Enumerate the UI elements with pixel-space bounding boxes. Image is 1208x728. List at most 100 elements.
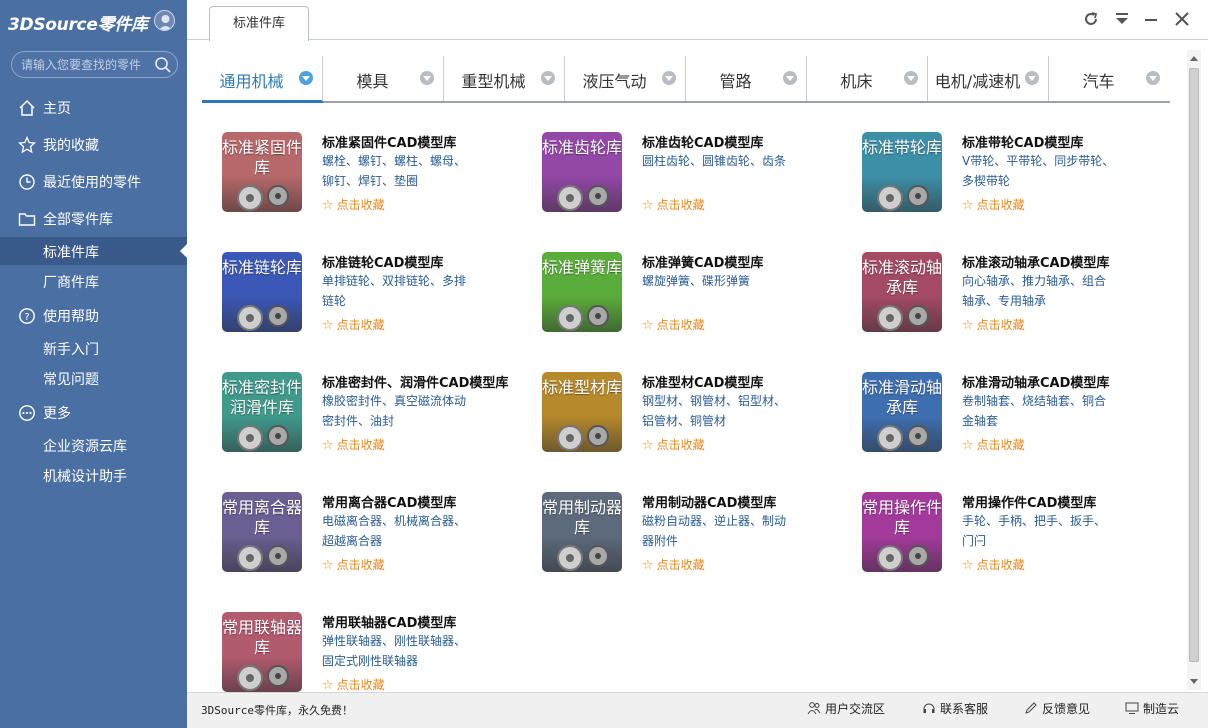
nav-vendor-parts[interactable]: 厂商件库 — [0, 267, 187, 295]
nav-design-assistant[interactable]: 机械设计助手 — [0, 461, 187, 489]
scrollbar-thumb[interactable] — [1189, 68, 1199, 662]
library-thumbnail[interactable]: 常用离合器库 — [222, 492, 302, 572]
nav-faq[interactable]: 常见问题 — [0, 364, 187, 392]
library-description[interactable]: 圆柱齿轮、圆锥齿轮、齿条 — [642, 151, 797, 171]
library-card[interactable]: 标准链轮库 标准链轮CAD模型库单排链轮、双排链轮、多排链轮 ☆点击收藏 — [222, 252, 532, 342]
library-title[interactable]: 常用联轴器CAD模型库 — [322, 612, 456, 631]
nav-recent[interactable]: 最近使用的零件 — [0, 167, 187, 197]
library-card[interactable]: 常用制动器库 常用制动器CAD模型库磁粉自动器、逆止器、制动器附件 ☆点击收藏 — [542, 492, 852, 582]
library-card[interactable]: 标准齿轮库 标准齿轮CAD模型库圆柱齿轮、圆锥齿轮、齿条 ☆点击收藏 — [542, 132, 852, 222]
library-description[interactable]: 单排链轮、双排链轮、多排链轮 — [322, 271, 477, 311]
add-favorite-button[interactable]: ☆点击收藏 — [322, 316, 385, 333]
refresh-icon[interactable] — [1082, 10, 1100, 28]
nav-help[interactable]: ? 使用帮助 — [0, 301, 187, 331]
search-icon[interactable] — [154, 56, 172, 74]
library-thumbnail[interactable]: 标准密封件润滑件库 — [222, 372, 302, 452]
scroll-down-arrow-icon[interactable] — [1190, 679, 1198, 684]
add-favorite-button[interactable]: ☆点击收藏 — [962, 436, 1025, 453]
library-description[interactable]: V带轮、平带轮、同步带轮、多楔带轮 — [962, 151, 1117, 191]
contact-support-link[interactable]: 联系客服 — [922, 700, 988, 717]
library-description[interactable]: 向心轴承、推力轴承、组合轴承、专用轴承 — [962, 271, 1117, 311]
nav-more[interactable]: 更多 — [0, 398, 187, 428]
library-title[interactable]: 标准密封件、润滑件CAD模型库 — [322, 372, 508, 391]
chevron-down-icon[interactable] — [904, 71, 918, 85]
library-description[interactable]: 卷制轴套、烧结轴套、铜合金轴套 — [962, 391, 1117, 431]
library-description[interactable]: 电磁离合器、机械离合器、超越离合器 — [322, 511, 477, 551]
manufacturing-cloud-link[interactable]: 制造云 — [1125, 700, 1179, 717]
add-favorite-button[interactable]: ☆点击收藏 — [642, 196, 705, 213]
library-title[interactable]: 常用操作件CAD模型库 — [962, 492, 1096, 511]
category-tab[interactable]: 机床 — [807, 56, 928, 101]
library-description[interactable]: 螺栓、螺钉、螺柱、螺母、铆钉、焊钉、垫圈 — [322, 151, 477, 191]
category-tab[interactable]: 通用机械 — [202, 56, 323, 103]
add-favorite-button[interactable]: ☆点击收藏 — [962, 316, 1025, 333]
dropdown-menu-icon[interactable] — [1113, 10, 1131, 28]
library-description[interactable]: 手轮、手柄、把手、扳手、门闩 — [962, 511, 1117, 551]
chevron-down-icon[interactable] — [299, 71, 313, 85]
library-title[interactable]: 标准紧固件CAD模型库 — [322, 132, 456, 151]
add-favorite-button[interactable]: ☆点击收藏 — [322, 676, 385, 693]
library-title[interactable]: 常用制动器CAD模型库 — [642, 492, 776, 511]
minimize-icon[interactable] — [1142, 10, 1160, 28]
library-title[interactable]: 标准弹簧CAD模型库 — [642, 252, 763, 271]
category-tab[interactable]: 重型机械 — [444, 56, 565, 101]
library-thumbnail[interactable]: 标准紧固件库 — [222, 132, 302, 212]
library-thumbnail[interactable]: 标准滚动轴承库 — [862, 252, 942, 332]
chevron-down-icon[interactable] — [420, 71, 434, 85]
add-favorite-button[interactable]: ☆点击收藏 — [322, 196, 385, 213]
category-tab[interactable]: 管路 — [686, 56, 807, 101]
add-favorite-button[interactable]: ☆点击收藏 — [322, 556, 385, 573]
library-thumbnail[interactable]: 标准滑动轴承库 — [862, 372, 942, 452]
library-card[interactable]: 标准弹簧库 标准弹簧CAD模型库螺旋弹簧、碟形弹簧 ☆点击收藏 — [542, 252, 852, 342]
library-title[interactable]: 标准齿轮CAD模型库 — [642, 132, 763, 151]
nav-getting-started[interactable]: 新手入门 — [0, 334, 187, 362]
library-card[interactable]: 常用操作件库 常用操作件CAD模型库手轮、手柄、把手、扳手、门闩 ☆点击收藏 — [862, 492, 1172, 582]
chevron-down-icon[interactable] — [541, 71, 555, 85]
library-card[interactable]: 常用离合器库 常用离合器CAD模型库电磁离合器、机械离合器、超越离合器 ☆点击收藏 — [222, 492, 532, 582]
library-thumbnail[interactable]: 标准带轮库 — [862, 132, 942, 212]
add-favorite-button[interactable]: ☆点击收藏 — [962, 556, 1025, 573]
library-title[interactable]: 常用离合器CAD模型库 — [322, 492, 456, 511]
search-input[interactable] — [21, 56, 151, 74]
library-title[interactable]: 标准带轮CAD模型库 — [962, 132, 1083, 151]
library-thumbnail[interactable]: 常用联轴器库 — [222, 612, 302, 692]
library-card[interactable]: 标准紧固件库 标准紧固件CAD模型库螺栓、螺钉、螺柱、螺母、铆钉、焊钉、垫圈 ☆点击… — [222, 132, 532, 222]
add-favorite-button[interactable]: ☆点击收藏 — [962, 196, 1025, 213]
nav-favorites[interactable]: 我的收藏 — [0, 130, 187, 160]
feedback-link[interactable]: 反馈意见 — [1024, 700, 1090, 717]
category-tab[interactable]: 液压气动 — [565, 56, 686, 101]
chevron-down-icon[interactable] — [662, 71, 676, 85]
scrollbar[interactable] — [1187, 50, 1201, 690]
add-favorite-button[interactable]: ☆点击收藏 — [642, 436, 705, 453]
library-description[interactable]: 螺旋弹簧、碟形弹簧 — [642, 271, 797, 291]
library-card[interactable]: 标准滑动轴承库 标准滑动轴承CAD模型库卷制轴套、烧结轴套、铜合金轴套 ☆点击收藏 — [862, 372, 1172, 462]
library-title[interactable]: 标准滚动轴承CAD模型库 — [962, 252, 1109, 271]
library-card[interactable]: 标准滚动轴承库 标准滚动轴承CAD模型库向心轴承、推力轴承、组合轴承、专用轴承 ☆点… — [862, 252, 1172, 342]
add-favorite-button[interactable]: ☆点击收藏 — [322, 436, 385, 453]
add-favorite-button[interactable]: ☆点击收藏 — [642, 316, 705, 333]
library-thumbnail[interactable]: 标准链轮库 — [222, 252, 302, 332]
tab-standard-parts[interactable]: 标准件库 — [209, 6, 309, 41]
user-forum-link[interactable]: 用户交流区 — [807, 700, 885, 717]
library-thumbnail[interactable]: 标准型材库 — [542, 372, 622, 452]
category-tab[interactable]: 汽车 — [1049, 56, 1170, 101]
nav-all-parts[interactable]: 全部零件库 — [0, 204, 187, 234]
add-favorite-button[interactable]: ☆点击收藏 — [642, 556, 705, 573]
library-description[interactable]: 橡胶密封件、真空磁流体动密封件、油封 — [322, 391, 477, 431]
library-card[interactable]: 常用联轴器库 常用联轴器CAD模型库弹性联轴器、刚性联轴器、固定式刚性联轴器 ☆点击… — [222, 612, 532, 702]
library-description[interactable]: 磁粉自动器、逆止器、制动器附件 — [642, 511, 797, 551]
library-thumbnail[interactable]: 标准齿轮库 — [542, 132, 622, 212]
library-title[interactable]: 标准滑动轴承CAD模型库 — [962, 372, 1109, 391]
library-thumbnail[interactable]: 常用制动器库 — [542, 492, 622, 572]
library-thumbnail[interactable]: 常用操作件库 — [862, 492, 942, 572]
library-description[interactable]: 弹性联轴器、刚性联轴器、固定式刚性联轴器 — [322, 631, 477, 671]
library-title[interactable]: 标准链轮CAD模型库 — [322, 252, 443, 271]
category-tab[interactable]: 电机/减速机 — [928, 56, 1049, 101]
nav-standard-parts[interactable]: 标准件库 — [0, 237, 187, 265]
user-avatar-icon[interactable] — [154, 10, 175, 31]
close-icon[interactable] — [1173, 10, 1191, 28]
library-thumbnail[interactable]: 标准弹簧库 — [542, 252, 622, 332]
nav-home[interactable]: 主页 — [0, 93, 187, 123]
nav-enterprise-cloud[interactable]: 企业资源云库 — [0, 431, 187, 459]
chevron-down-icon[interactable] — [783, 71, 797, 85]
